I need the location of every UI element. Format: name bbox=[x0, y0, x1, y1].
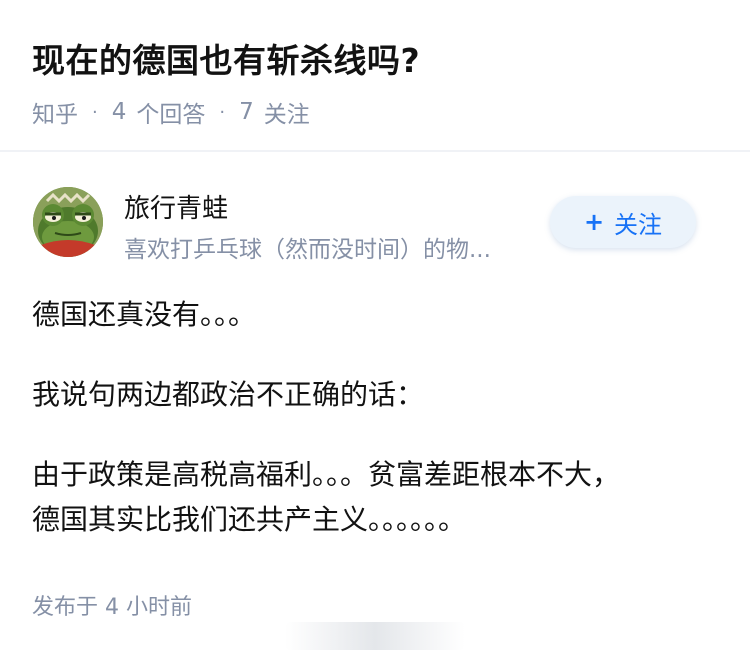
published-time: 发布于 4 小时前 bbox=[32, 595, 192, 620]
question-header: 现在的德国也有斩杀线吗? 知乎 · 4 个回答 · 7 关注 bbox=[0, 0, 750, 150]
answer-paragraph: 我说句两边都政治不正确的话： bbox=[32, 378, 425, 411]
meta-separator: · bbox=[92, 101, 98, 123]
question-title[interactable]: 现在的德国也有斩杀线吗? bbox=[32, 34, 420, 82]
answer-paragraph: 德国还真没有。。。 bbox=[32, 298, 257, 331]
answer-paragraph: 由于政策是高税高福利。。。贫富差距根本不大， bbox=[32, 458, 621, 491]
author-bio: 喜欢打乒乓球（然而没时间）的物... bbox=[124, 237, 491, 263]
answer-count: 4 bbox=[111, 99, 127, 125]
follow-button-label: 关注 bbox=[614, 210, 663, 239]
meta-separator: · bbox=[219, 101, 226, 123]
frog-avatar-icon[interactable] bbox=[33, 187, 103, 257]
follower-count-label: 关注 bbox=[263, 102, 310, 128]
follow-button[interactable]: + 关注 bbox=[550, 196, 696, 248]
author-name[interactable]: 旅行青蛙 bbox=[124, 188, 228, 225]
answer-card: 旅行青蛙 喜欢打乒乓球（然而没时间）的物... + 关注 德国还真没有。。。 我… bbox=[0, 152, 750, 654]
follower-count: 7 bbox=[239, 99, 254, 125]
plus-icon: + bbox=[583, 208, 605, 236]
source-label[interactable]: 知乎 bbox=[32, 95, 78, 129]
answer-paragraph: 德国其实比我们还共产主义。。。。。。 bbox=[32, 503, 467, 536]
answer-count-label: 个回答 bbox=[136, 102, 206, 128]
watermark bbox=[285, 622, 465, 650]
question-meta: 知乎 · 4 个回答 · 7 关注 bbox=[32, 95, 310, 129]
